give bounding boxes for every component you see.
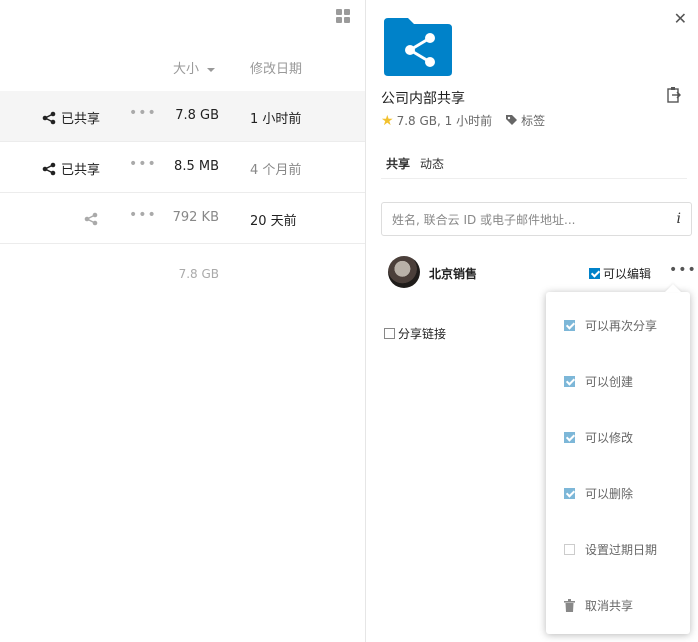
share-icon xyxy=(42,162,56,175)
menu-item-can-delete[interactable]: 可以删除 xyxy=(564,485,633,502)
menu-item-label: 取消共享 xyxy=(585,599,634,613)
share-link-label: 分享链接 xyxy=(398,327,447,341)
checkbox-icon xyxy=(564,544,575,555)
more-icon[interactable]: ••• xyxy=(669,262,697,278)
total-size: 7.8 GB xyxy=(178,267,219,281)
tab-share[interactable]: 共享 xyxy=(381,155,416,179)
file-name: 公司内部共享 xyxy=(381,91,465,107)
table-row[interactable]: 已共享 ••• 8.5 MB 4 个月前 xyxy=(0,142,365,193)
share-icon xyxy=(42,111,56,124)
clipboard-icon[interactable] xyxy=(666,86,682,104)
tags-button[interactable]: 标签 xyxy=(505,112,545,129)
checkbox-icon xyxy=(564,320,575,331)
checkbox-icon xyxy=(564,488,575,499)
share-label: 已共享 xyxy=(61,163,101,178)
file-list-panel: 大小 修改日期 已共享 ••• 7.8 GB 1 小时前 已共享 ••• 8.5… xyxy=(0,0,365,642)
size-column-header[interactable]: 大小 xyxy=(173,58,216,77)
menu-item-can-create[interactable]: 可以创建 xyxy=(564,373,633,390)
folder-shared-icon xyxy=(384,18,452,76)
grid-view-icon[interactable] xyxy=(336,9,350,23)
share-link-checkbox[interactable]: 分享链接 xyxy=(384,325,446,342)
file-size: 792 KB xyxy=(172,210,219,225)
tab-activity[interactable]: 动态 xyxy=(415,155,449,179)
checkbox-icon xyxy=(384,328,395,339)
file-size: 8.5 MB xyxy=(174,159,219,174)
table-row[interactable]: 已共享 ••• 7.8 GB 1 小时前 xyxy=(0,91,365,142)
checkbox-icon xyxy=(564,376,575,387)
size-header-label: 大小 xyxy=(173,62,200,77)
avatar xyxy=(388,256,420,288)
info-icon[interactable]: i xyxy=(677,211,681,227)
modified-date: 20 天前 xyxy=(250,214,297,229)
tags-label: 标签 xyxy=(521,114,546,128)
more-icon[interactable]: ••• xyxy=(129,156,157,172)
share-icon xyxy=(84,212,98,226)
menu-item-can-reshare[interactable]: 可以再次分享 xyxy=(564,317,657,334)
trash-icon xyxy=(564,599,575,612)
share-button[interactable]: 已共享 xyxy=(42,159,100,178)
sidebar-tabs: 共享 动态 xyxy=(381,155,449,179)
file-size: 7.8 GB xyxy=(175,108,219,123)
share-options-menu: 可以再次分享 可以创建 可以修改 可以删除 设置过期日期 取消共享 xyxy=(546,292,690,634)
size-modified: 7.8 GB, 1 小时前 xyxy=(396,114,493,128)
modified-date: 1 小时前 xyxy=(250,112,302,127)
menu-item-label: 可以修改 xyxy=(585,431,634,445)
share-label: 已共享 xyxy=(61,112,101,127)
checkbox-icon xyxy=(564,432,575,443)
tag-icon xyxy=(506,115,518,125)
modified-date: 4 个月前 xyxy=(250,163,302,178)
file-meta: ★ 7.8 GB, 1 小时前 标签 xyxy=(381,112,545,129)
can-edit-label: 可以编辑 xyxy=(603,267,652,281)
menu-item-set-expiration[interactable]: 设置过期日期 xyxy=(564,541,657,558)
tabs-divider xyxy=(381,178,687,179)
menu-item-label: 可以再次分享 xyxy=(585,319,658,333)
more-icon[interactable]: ••• xyxy=(129,105,157,121)
can-edit-checkbox[interactable]: 可以编辑 xyxy=(589,265,651,282)
checkbox-icon xyxy=(589,268,600,279)
menu-item-label: 可以删除 xyxy=(585,487,634,501)
share-button[interactable] xyxy=(84,211,98,230)
search-placeholder: 姓名, 联合云 ID 或电子邮件地址... xyxy=(392,212,576,227)
details-sidebar: ✕ 公司内部共享 ★ 7.8 GB, 1 小时前 标签 共享 动态 姓名, 联合… xyxy=(365,0,698,642)
share-button[interactable]: 已共享 xyxy=(42,108,100,127)
menu-item-label: 可以创建 xyxy=(585,375,634,389)
share-recipient-name: 北京销售 xyxy=(429,267,478,281)
close-icon[interactable]: ✕ xyxy=(674,9,687,28)
sort-caret-icon xyxy=(207,67,216,72)
menu-item-can-modify[interactable]: 可以修改 xyxy=(564,429,633,446)
share-search-input[interactable]: 姓名, 联合云 ID 或电子邮件地址... i xyxy=(381,202,692,236)
menu-item-unshare[interactable]: 取消共享 xyxy=(564,597,633,614)
more-icon[interactable]: ••• xyxy=(129,207,157,223)
star-icon[interactable]: ★ xyxy=(381,113,394,129)
menu-item-label: 设置过期日期 xyxy=(585,543,658,557)
date-column-header[interactable]: 修改日期 xyxy=(250,58,302,77)
table-row[interactable]: ••• 792 KB 20 天前 xyxy=(0,193,365,244)
